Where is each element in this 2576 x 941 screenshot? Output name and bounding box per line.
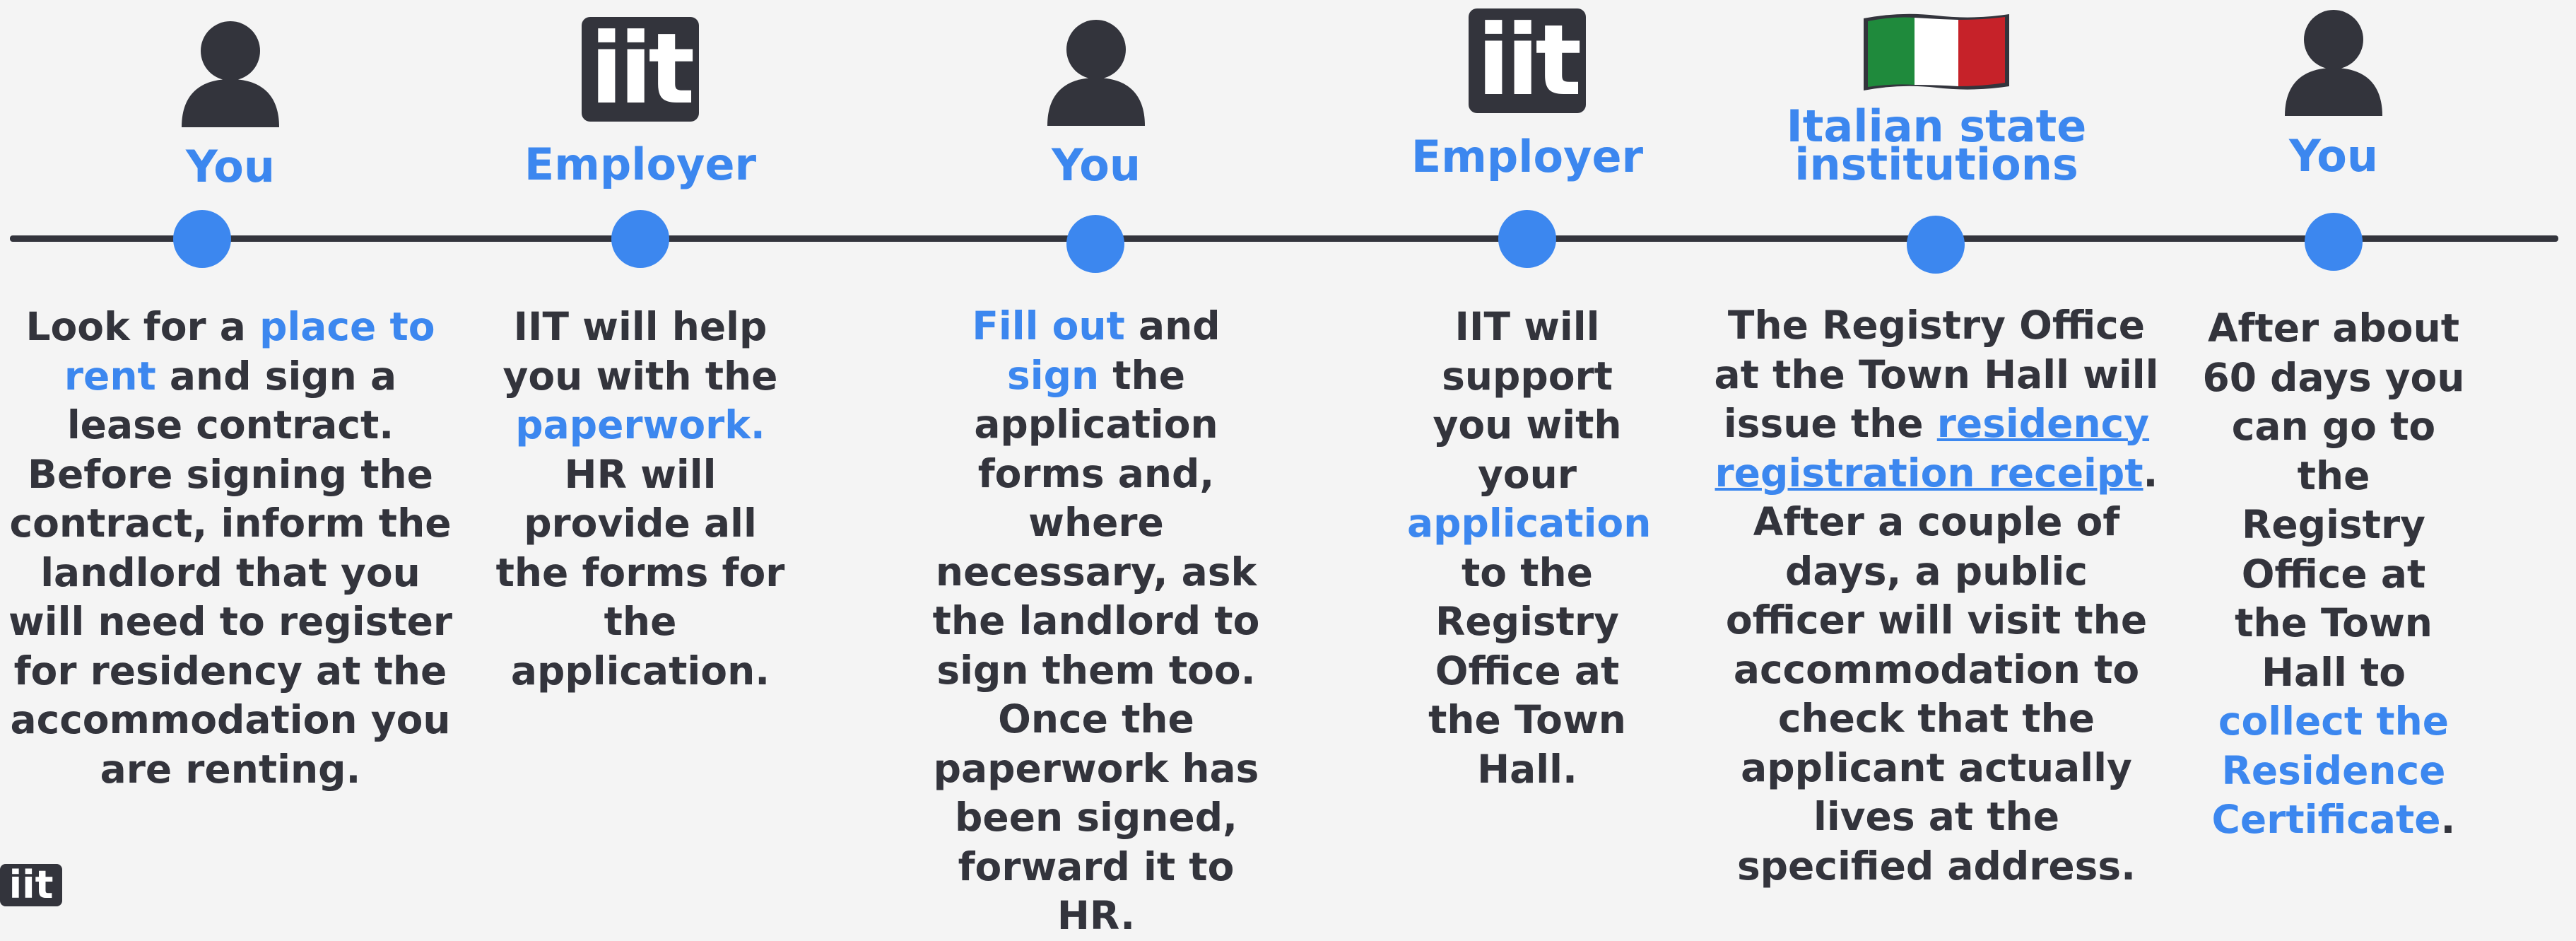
person-icon [4, 20, 457, 127]
step-description: Fill out and sign the application forms … [870, 302, 1322, 941]
desc-text: IIT will help you with the [502, 304, 778, 399]
person-icon [870, 18, 1322, 126]
step-description: IIT will help you with the paperwork. HR… [414, 303, 866, 696]
desc-text: . After a couple of days, a public offic… [1725, 450, 2158, 889]
timeline-dot [1907, 216, 1965, 274]
timeline-dot [1066, 215, 1124, 273]
iit-logo-icon: iit [1301, 8, 1753, 113]
desc-text: After about 60 days you can go to the Re… [2202, 305, 2465, 695]
timeline-dot [1498, 210, 1556, 268]
desc-link-paperwork[interactable]: paperwork. [515, 402, 765, 448]
timeline-step-6: You After about 60 days you can go to th… [2178, 0, 2489, 888]
desc-text: the application forms and, where necessa… [932, 352, 1260, 939]
role-label: Employer [524, 139, 757, 190]
desc-text: . [2440, 797, 2456, 842]
desc-text: HR will provide all the forms for the ap… [495, 451, 785, 694]
desc-text: IIT will support you with your [1433, 304, 1622, 497]
step-description: IIT will support you with your applicati… [1301, 303, 1753, 794]
timeline-step-2: iit Employer IIT will help you with the … [414, 0, 866, 888]
desc-text: and sign a lease contract. Before signin… [8, 353, 453, 792]
desc-link-sign[interactable]: sign [1007, 353, 1099, 398]
role-label: You [1052, 139, 1141, 191]
role-label: You [186, 141, 275, 192]
iit-corner-logo-icon: iit [0, 864, 62, 906]
person-icon [2178, 8, 2489, 116]
role-label: Employer [1411, 131, 1644, 182]
italian-flag-icon [1696, 10, 2177, 93]
timeline-step-5: Italian state institutions The Registry … [1696, 0, 2177, 891]
step-description: After about 60 days you can go to the Re… [2178, 304, 2489, 845]
timeline-step-1: You Look for a place to rent and sign a … [4, 0, 457, 888]
desc-link-application[interactable]: application [1407, 501, 1651, 546]
desc-text: to the Registry Office at the Town Hall. [1428, 549, 1626, 792]
step-description: The Registry Office at the Town Hall wil… [1696, 301, 2177, 891]
timeline-step-3: You Fill out and sign the application fo… [870, 0, 1322, 938]
iit-logo-icon: iit [414, 17, 866, 122]
desc-text: and [1124, 303, 1221, 349]
desc-link-fill-out[interactable]: Fill out [972, 303, 1125, 349]
role-label: You [2289, 130, 2378, 182]
desc-text: Look for a [25, 304, 260, 349]
desc-link-collect-residence-certificate[interactable]: collect the Residence Certificate [2212, 699, 2449, 842]
timeline-step-4: iit Employer IIT will support you with y… [1301, 0, 1753, 888]
step-description: Look for a place to rent and sign a leas… [4, 303, 457, 794]
timeline-dot [611, 210, 669, 268]
role-label: Italian state institutions [1786, 100, 2087, 190]
timeline-dot [2305, 213, 2363, 271]
timeline-dot [173, 210, 231, 268]
